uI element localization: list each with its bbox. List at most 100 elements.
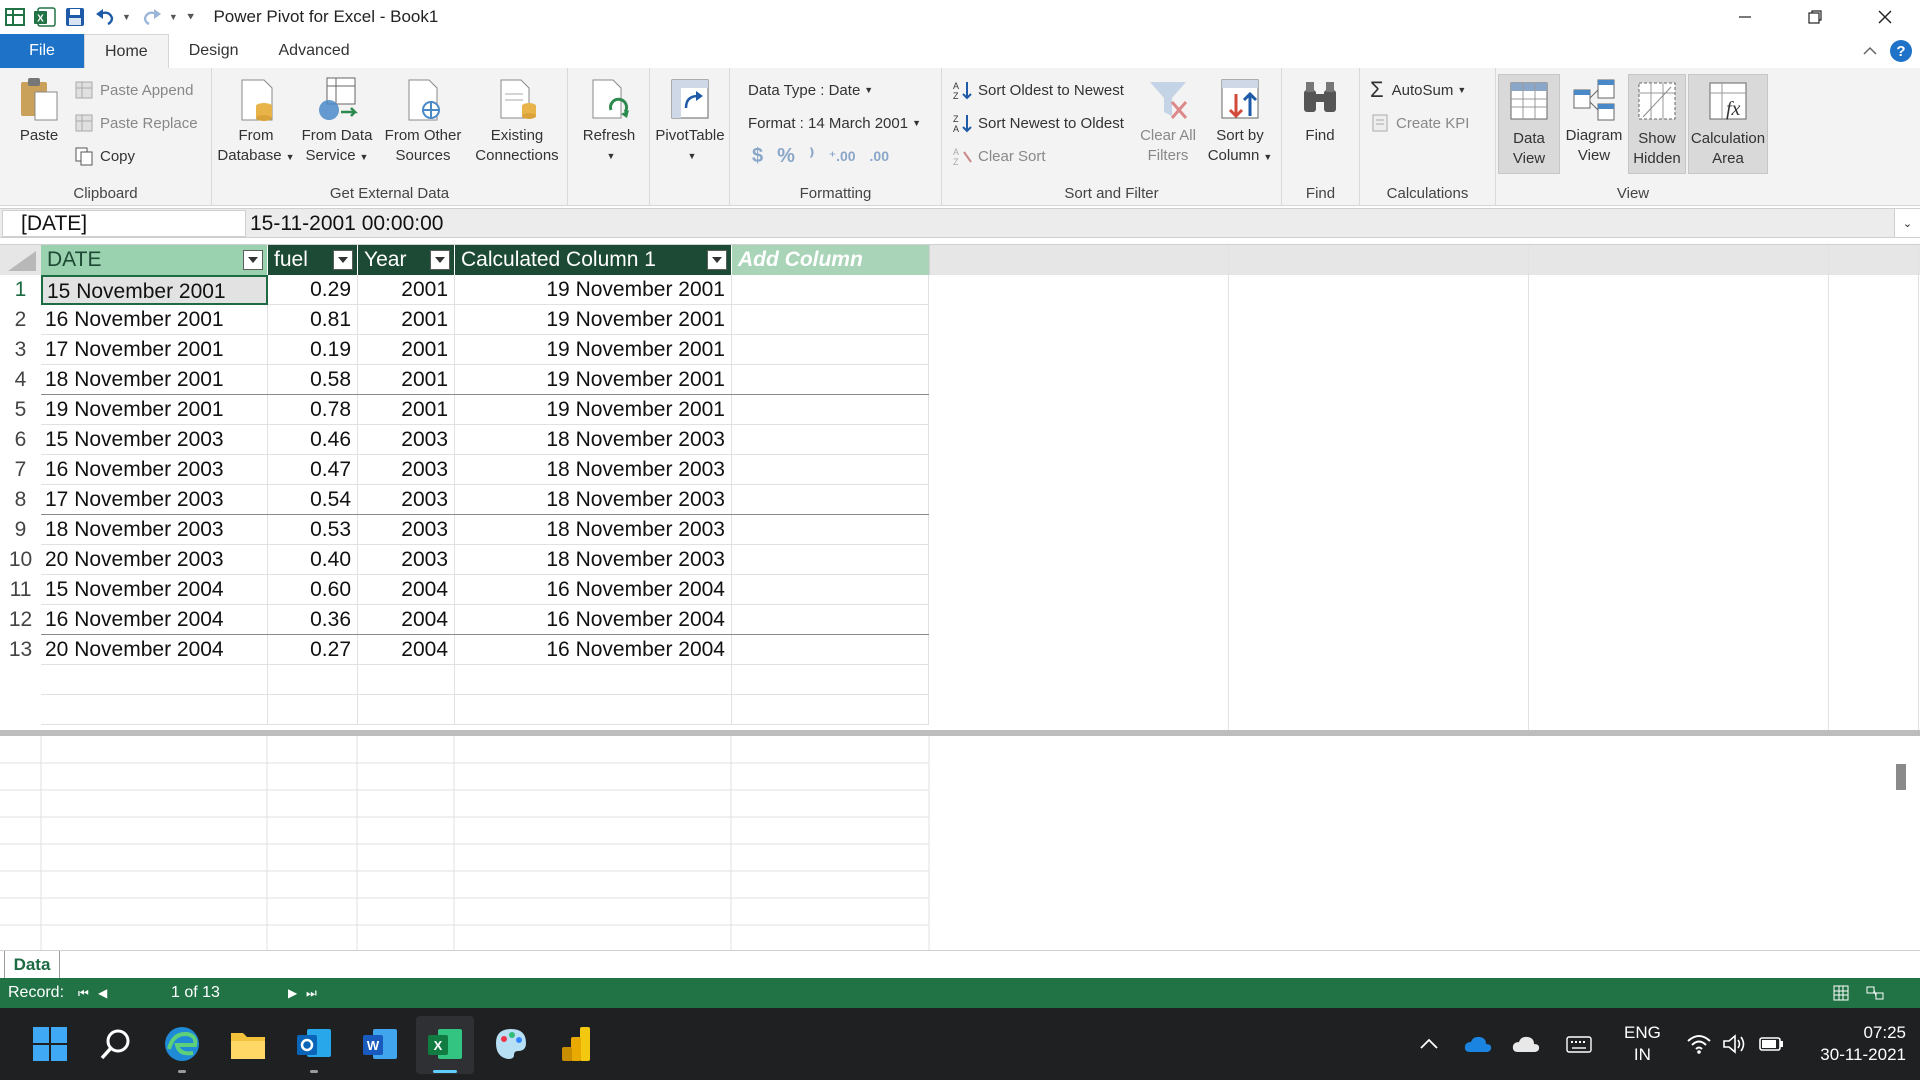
cell-year[interactable]: 2003 xyxy=(358,545,455,575)
expand-formula-bar-button[interactable]: ⌄ xyxy=(1894,209,1920,237)
cell-add-column[interactable] xyxy=(732,635,929,665)
redo-icon[interactable] xyxy=(139,4,165,30)
cell-date[interactable]: 16 November 2004 xyxy=(41,605,268,635)
cell-year[interactable]: 2004 xyxy=(358,635,455,665)
add-column-header[interactable]: Add Column xyxy=(732,245,929,275)
row-number[interactable] xyxy=(0,695,41,725)
cell-add-column[interactable] xyxy=(732,545,929,575)
cell-date[interactable]: 17 November 2001 xyxy=(41,335,268,365)
cell-calculated-column-1[interactable]: 19 November 2001 xyxy=(455,365,732,395)
calculation-area-button[interactable]: fx Calculation Area xyxy=(1688,74,1768,174)
previous-record-icon[interactable]: ◀ xyxy=(98,986,107,1000)
cell-fuel[interactable]: 0.54 xyxy=(268,485,358,515)
close-button[interactable] xyxy=(1850,0,1920,34)
cell-date[interactable]: 20 November 2004 xyxy=(41,635,268,665)
word-icon[interactable]: W xyxy=(358,1022,402,1066)
cell-calculated-column-1[interactable]: 19 November 2001 xyxy=(455,395,732,425)
pivottable-button[interactable]: PivotTable ▼ xyxy=(654,76,726,166)
paste-replace-button[interactable]: Paste Replace xyxy=(74,111,198,135)
sort-oldest-button[interactable]: AZ Sort Oldest to Newest xyxy=(952,78,1124,102)
cell-fuel[interactable]: 0.19 xyxy=(268,335,358,365)
tab-file[interactable]: File xyxy=(0,34,84,68)
row-number[interactable]: 3 xyxy=(0,335,41,365)
cell-calculated-column-1[interactable]: 16 November 2004 xyxy=(455,605,732,635)
row-number[interactable]: 4 xyxy=(0,365,41,395)
cell-calculated-column-1[interactable]: 18 November 2003 xyxy=(455,515,732,545)
clear-sort-button[interactable]: AZ Clear Sort xyxy=(952,144,1046,168)
increase-decimal-icon[interactable]: ⁺.00 xyxy=(829,148,856,165)
cell-fuel[interactable] xyxy=(268,665,358,695)
show-hidden-icons-button[interactable] xyxy=(1418,1008,1440,1080)
cell-add-column[interactable] xyxy=(732,275,929,305)
cell-add-column[interactable] xyxy=(732,455,929,485)
filter-dropdown-icon[interactable] xyxy=(707,250,727,270)
cell-calculated-column-1[interactable] xyxy=(455,695,732,725)
data-type-dropdown[interactable]: Data Type : Date ▼ xyxy=(748,78,873,102)
cell-date[interactable]: 17 November 2003 xyxy=(41,485,268,515)
row-number[interactable]: 10 xyxy=(0,545,41,575)
cell-fuel[interactable]: 0.40 xyxy=(268,545,358,575)
sort-newest-button[interactable]: ZA Sort Newest to Oldest xyxy=(952,111,1124,135)
tab-advanced[interactable]: Advanced xyxy=(259,34,370,68)
excel-taskbar-icon[interactable]: X xyxy=(423,1022,467,1066)
volume-icon[interactable] xyxy=(1722,1008,1748,1080)
cell-calculated-column-1[interactable]: 16 November 2004 xyxy=(455,575,732,605)
cell-year[interactable] xyxy=(358,665,455,695)
minimize-button[interactable] xyxy=(1710,0,1780,34)
row-number[interactable]: 8 xyxy=(0,485,41,515)
wifi-icon[interactable] xyxy=(1686,1008,1712,1080)
column-header-year[interactable]: Year xyxy=(358,245,454,275)
clear-all-filters-button[interactable]: Clear All Filters xyxy=(1138,76,1198,166)
formula-input[interactable]: 15-11-2001 00:00:00 xyxy=(250,210,443,237)
diagram-view-button[interactable]: Diagram View xyxy=(1562,76,1626,166)
cell-date[interactable]: 15 November 2001 xyxy=(41,275,268,305)
cell-fuel[interactable]: 0.60 xyxy=(268,575,358,605)
cell-add-column[interactable] xyxy=(732,365,929,395)
format-dropdown[interactable]: Format : 14 March 2001 ▼ xyxy=(748,111,921,135)
column-header-fuel[interactable]: fuel xyxy=(268,245,357,275)
show-hidden-button[interactable]: Show Hidden xyxy=(1628,74,1686,174)
cell-calculated-column-1[interactable]: 18 November 2003 xyxy=(455,485,732,515)
vertical-scrollbar-thumb[interactable] xyxy=(1896,764,1906,790)
cell-date[interactable]: 15 November 2004 xyxy=(41,575,268,605)
from-data-service-button[interactable]: From Data Service ▼ xyxy=(298,76,376,167)
cell-year[interactable]: 2001 xyxy=(358,305,455,335)
row-number[interactable]: 11 xyxy=(0,575,41,605)
filter-dropdown-icon[interactable] xyxy=(333,250,353,270)
cell-date[interactable]: 15 November 2003 xyxy=(41,425,268,455)
copy-button[interactable]: Copy xyxy=(74,144,135,168)
search-icon[interactable] xyxy=(94,1022,138,1066)
cell-year[interactable]: 2001 xyxy=(358,365,455,395)
cell-fuel[interactable]: 0.78 xyxy=(268,395,358,425)
last-record-icon[interactable]: ⏭ xyxy=(306,986,317,1001)
cell-date[interactable]: 19 November 2001 xyxy=(41,395,268,425)
outlook-icon[interactable] xyxy=(292,1022,336,1066)
cell-add-column[interactable] xyxy=(732,335,929,365)
save-icon[interactable] xyxy=(62,4,88,30)
column-header-calculated-column-1[interactable]: Calculated Column 1 xyxy=(455,245,731,275)
cell-year[interactable]: 2004 xyxy=(358,575,455,605)
power-bi-icon[interactable] xyxy=(555,1022,599,1066)
cell-date[interactable]: 18 November 2003 xyxy=(41,515,268,545)
data-view-button[interactable]: Data View xyxy=(1498,74,1560,174)
cloud-icon[interactable] xyxy=(1512,1008,1540,1080)
row-number[interactable]: 12 xyxy=(0,605,41,635)
help-icon[interactable]: ? xyxy=(1890,40,1912,62)
next-record-icon[interactable]: ▶ xyxy=(288,986,297,1000)
row-number[interactable]: 6 xyxy=(0,425,41,455)
cell-calculated-column-1[interactable]: 19 November 2001 xyxy=(455,335,732,365)
sort-by-column-button[interactable]: Sort by Column ▼ xyxy=(1204,76,1276,167)
row-number[interactable]: 13 xyxy=(0,635,41,665)
windows-start-icon[interactable] xyxy=(28,1022,72,1066)
sheet-tab-data[interactable]: Data xyxy=(4,951,60,979)
cell-year[interactable]: 2001 xyxy=(358,395,455,425)
create-kpi-button[interactable]: Create KPI xyxy=(1370,111,1469,135)
file-explorer-icon[interactable] xyxy=(226,1022,270,1066)
cell-year[interactable]: 2003 xyxy=(358,455,455,485)
cell-date[interactable] xyxy=(41,665,268,695)
tab-home[interactable]: Home xyxy=(84,34,169,68)
cell-add-column[interactable] xyxy=(732,575,929,605)
row-number[interactable] xyxy=(0,665,41,695)
percent-icon[interactable]: % xyxy=(777,145,795,168)
cell-date[interactable]: 18 November 2001 xyxy=(41,365,268,395)
